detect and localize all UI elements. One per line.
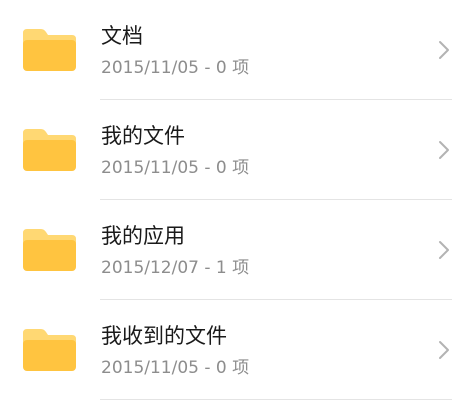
folder-name: 我的应用 <box>101 224 185 248</box>
folder-meta: 2015/12/07 - 1 项 <box>101 258 250 278</box>
folder-meta: 2015/11/05 - 0 项 <box>101 58 250 78</box>
folder-meta: 2015/11/05 - 0 项 <box>101 358 250 378</box>
folder-meta: 2015/11/05 - 0 项 <box>101 158 250 178</box>
chevron-right-icon <box>438 140 450 160</box>
folder-icon <box>21 227 78 273</box>
chevron-right-icon <box>438 40 450 60</box>
divider <box>100 399 452 400</box>
list-item[interactable]: 文档 2015/11/05 - 0 项 <box>0 0 452 100</box>
chevron-right-icon <box>438 340 450 360</box>
list-item[interactable]: 我收到的文件 2015/11/05 - 0 项 <box>0 300 452 400</box>
chevron-right-icon <box>438 240 450 260</box>
folder-icon <box>21 327 78 373</box>
folder-icon <box>21 127 78 173</box>
list-item[interactable]: 我的文件 2015/11/05 - 0 项 <box>0 100 452 200</box>
folder-name: 我收到的文件 <box>101 324 227 348</box>
folder-name: 文档 <box>101 24 143 48</box>
list-item[interactable]: 我的应用 2015/12/07 - 1 项 <box>0 200 452 300</box>
folder-list: 文档 2015/11/05 - 0 项 我的文件 2015/11/05 - 0 … <box>0 0 452 404</box>
folder-icon <box>21 27 78 73</box>
folder-name: 我的文件 <box>101 124 185 148</box>
